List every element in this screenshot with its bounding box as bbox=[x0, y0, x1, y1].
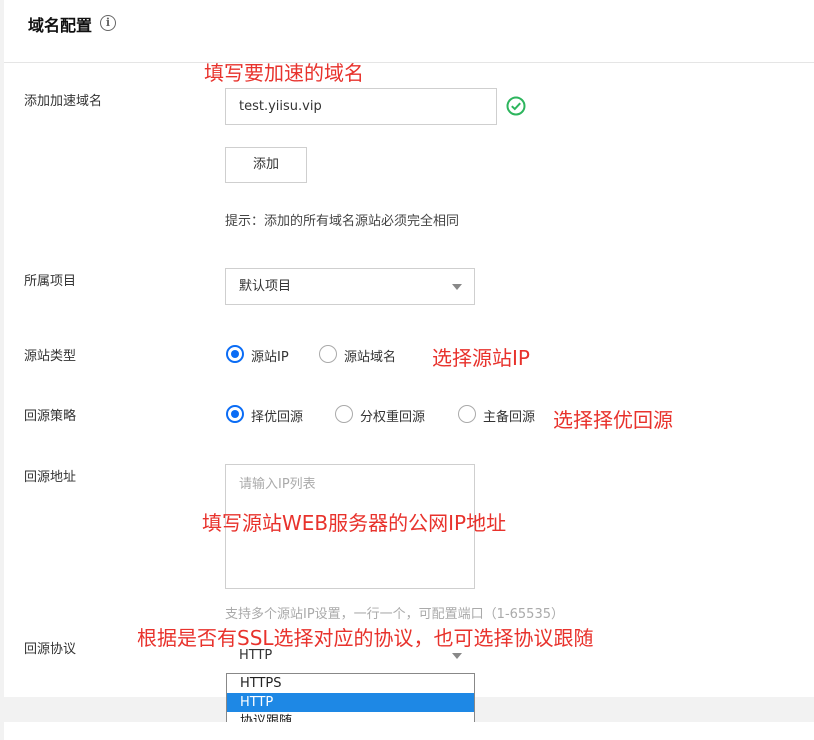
origin-address-label: 回源地址 bbox=[24, 470, 77, 485]
domain-label: 添加加速域名 bbox=[24, 94, 103, 109]
radio-policy-weighted-label: 分权重回源 bbox=[360, 410, 426, 425]
radio-policy-optimal-label: 择优回源 bbox=[251, 410, 304, 425]
origin-policy-label: 回源策略 bbox=[24, 409, 77, 424]
add-domain-button[interactable]: 添加 bbox=[225, 147, 307, 183]
radio-policy-weighted[interactable] bbox=[335, 405, 353, 423]
card-header: 域名配置 i bbox=[4, 0, 814, 63]
origin-address-hint: 支持多个源站IP设置，一行一个，可配置端口（1-65535） bbox=[225, 607, 564, 622]
radio-origin-ip[interactable] bbox=[226, 345, 244, 363]
chevron-down-icon bbox=[452, 284, 462, 290]
chevron-down-icon bbox=[452, 653, 462, 659]
annotation-domain: 填写要加速的域名 bbox=[204, 61, 364, 85]
radio-policy-optimal[interactable] bbox=[226, 405, 244, 423]
page-title: 域名配置 bbox=[28, 16, 93, 35]
project-select-value: 默认项目 bbox=[239, 279, 292, 294]
project-select[interactable]: 默认项目 bbox=[225, 268, 475, 305]
annotation-origin-address: 填写源站WEB服务器的公网IP地址 bbox=[202, 511, 507, 535]
check-circle-icon bbox=[506, 96, 526, 116]
radio-origin-ip-label: 源站IP bbox=[251, 350, 289, 365]
domain-hint: 提示：添加的所有域名源站必须完全相同 bbox=[225, 214, 460, 229]
radio-origin-domain[interactable] bbox=[319, 345, 337, 363]
info-icon[interactable]: i bbox=[100, 15, 116, 31]
radio-policy-primary-backup-label: 主备回源 bbox=[483, 410, 536, 425]
domain-input[interactable]: test.yiisu.vip bbox=[225, 88, 497, 125]
project-label: 所属项目 bbox=[24, 274, 77, 289]
radio-policy-primary-backup[interactable] bbox=[458, 405, 476, 423]
next-card bbox=[4, 722, 814, 740]
protocol-option-https[interactable]: HTTPS bbox=[227, 674, 474, 693]
annotation-origin-type: 选择源站IP bbox=[432, 346, 530, 370]
radio-origin-domain-label: 源站域名 bbox=[344, 350, 397, 365]
origin-type-label: 源站类型 bbox=[24, 349, 77, 364]
protocol-label: 回源协议 bbox=[24, 642, 77, 657]
annotation-protocol: 根据是否有SSL选择对应的协议，也可选择协议跟随 bbox=[137, 626, 594, 650]
annotation-origin-policy: 选择择优回源 bbox=[553, 408, 673, 432]
protocol-option-http[interactable]: HTTP bbox=[227, 693, 474, 712]
